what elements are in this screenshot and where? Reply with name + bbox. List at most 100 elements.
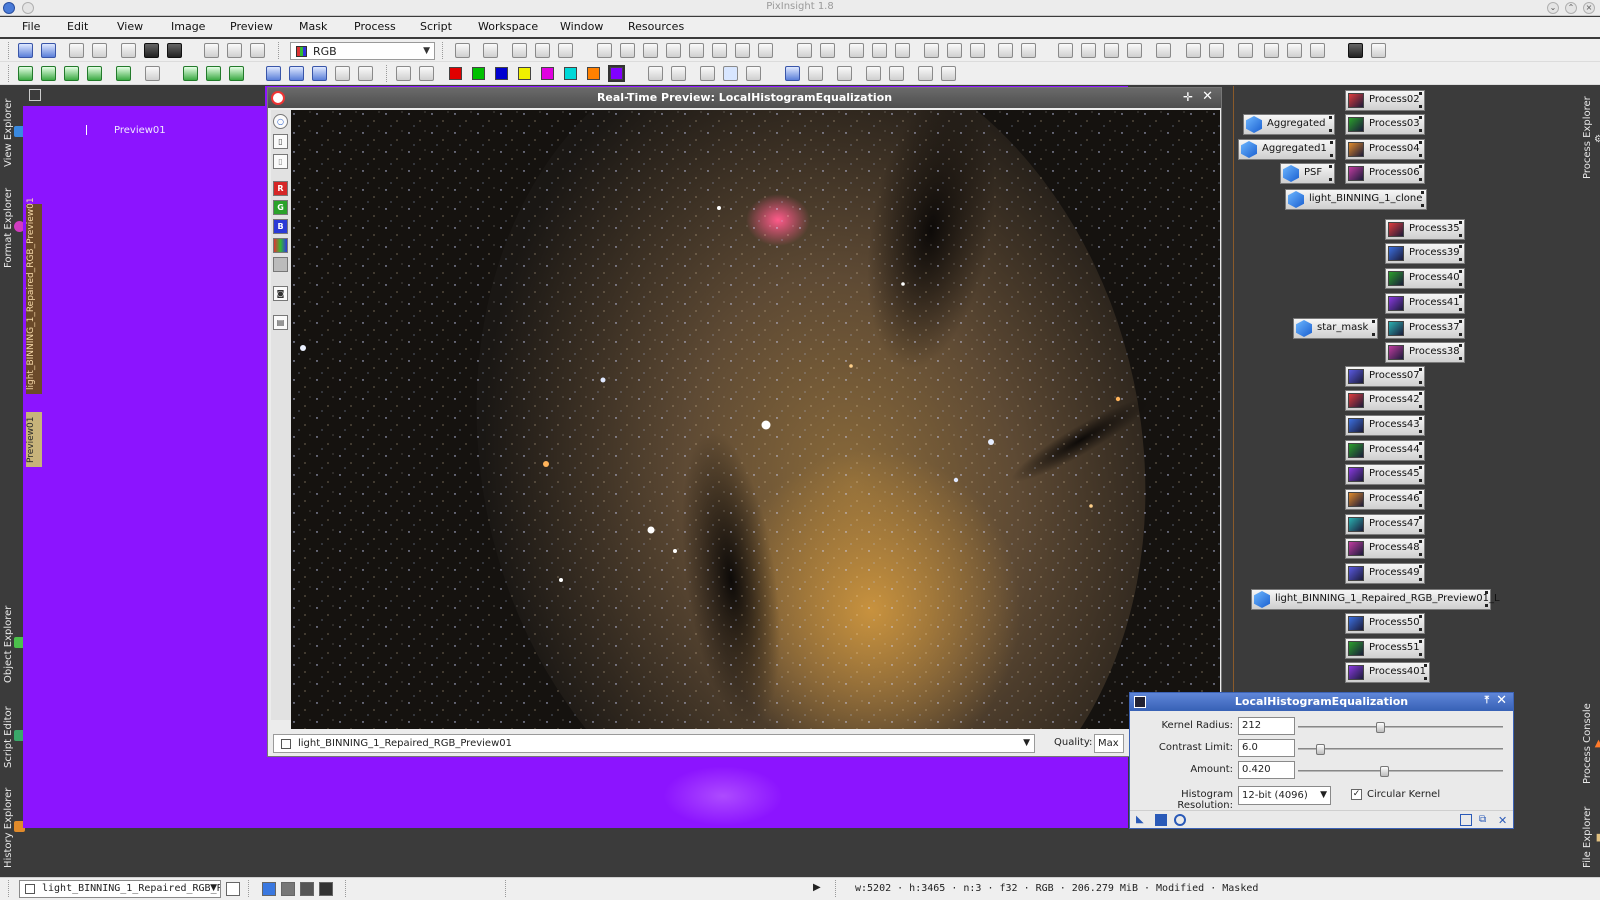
circular-kernel-checkbox[interactable]: ✓ [1351, 789, 1362, 800]
contrast-limit-slider[interactable] [1298, 744, 1503, 755]
menu-mask[interactable]: Mask [299, 20, 327, 33]
zoom-in-icon[interactable] [797, 43, 812, 58]
cube-icon-1[interactable] [183, 66, 198, 81]
preview-4-icon[interactable] [87, 66, 102, 81]
process-icon-item[interactable]: Process47 [1345, 514, 1425, 535]
monitor-icon[interactable] [785, 66, 800, 81]
status-view-select[interactable]: light_BINNING_1_Repaired_RGB_Preview01 ▼ [19, 880, 221, 898]
process-icon-item[interactable]: Process43 [1345, 415, 1425, 436]
histogram-reset-icon[interactable] [671, 66, 686, 81]
circle-tool-icon[interactable]: ○ [273, 114, 288, 129]
preview-label[interactable]: Preview01 [114, 125, 166, 136]
process-icon-item[interactable]: Process42 [1345, 390, 1425, 411]
process-icon-5[interactable] [1156, 43, 1171, 58]
mirror-vertical-icon[interactable] [358, 66, 373, 81]
history-explorer-tab[interactable]: History Explorer [3, 782, 26, 874]
fit-image-icon[interactable] [947, 43, 962, 58]
preview-unlink-icon[interactable] [889, 66, 904, 81]
image-icon-item[interactable]: Aggregated1 [1238, 139, 1336, 160]
mask-color-blue[interactable] [495, 67, 508, 80]
realtime-preview-image[interactable] [291, 110, 1220, 729]
amount-slider-thumb[interactable] [1380, 766, 1390, 777]
view-mode-icon[interactable] [226, 882, 240, 896]
contrast-limit-input[interactable]: 6.0 [1238, 739, 1295, 757]
display-options-icon[interactable]: ▤ [273, 315, 288, 330]
display-rgb-icon[interactable] [396, 66, 411, 81]
readout-icon[interactable] [735, 43, 750, 58]
image-tab-main[interactable]: light_BINNING_1_Repaired_RGB_Preview01 [26, 197, 42, 394]
process-icon-item[interactable]: Process46 [1345, 489, 1425, 510]
menu-preview[interactable]: Preview [230, 20, 273, 33]
menu-file[interactable]: File [22, 20, 40, 33]
process-icon-item[interactable]: Process37 [1385, 318, 1465, 339]
mask-show-icon[interactable] [455, 43, 470, 58]
delete-preview-icon[interactable] [535, 43, 550, 58]
menu-script[interactable]: Script [420, 20, 452, 33]
browse-documentation-icon[interactable] [1460, 814, 1472, 826]
kernel-radius-input[interactable]: 212 [1238, 717, 1295, 735]
cube-icon-2[interactable] [206, 66, 221, 81]
process-icon-item[interactable]: Process39 [1385, 243, 1465, 264]
minimize-button[interactable]: ⌄ [1547, 2, 1559, 14]
reset-icon[interactable]: ✕ [1498, 814, 1510, 827]
flip-icon[interactable] [289, 66, 304, 81]
process-icon-item[interactable]: Process401 [1345, 662, 1430, 683]
menu-edit[interactable]: Edit [67, 20, 88, 33]
undo-icon[interactable] [18, 43, 33, 58]
shade-icon[interactable]: ⤒ [1485, 695, 1489, 706]
preview-link-icon[interactable] [866, 66, 881, 81]
pin-icon[interactable]: ✛ [1183, 90, 1193, 104]
process-icon-item[interactable]: Process48 [1345, 538, 1425, 559]
play-icon[interactable]: ▶ [813, 882, 821, 893]
mask-color-violet[interactable] [608, 65, 625, 82]
rotate-icon[interactable] [266, 66, 281, 81]
menu-workspace[interactable]: Workspace [478, 20, 538, 33]
flip-vertical-icon[interactable] [312, 66, 327, 81]
image-icon-item[interactable]: light_BINNING_1_clone [1285, 189, 1427, 210]
process-icon-1[interactable] [1058, 43, 1073, 58]
import-icon[interactable] [1186, 43, 1201, 58]
mask-color-orange[interactable] [587, 67, 600, 80]
process-icon-item[interactable]: Process41 [1385, 293, 1465, 314]
split-view-icon[interactable]: ▯ [273, 134, 288, 149]
luminance-channel-button[interactable] [273, 257, 288, 272]
stf-linked-icon[interactable] [227, 43, 242, 58]
readout-options-icon[interactable] [746, 66, 761, 81]
process-icon-item[interactable]: Process45 [1345, 464, 1425, 485]
move-icon[interactable] [689, 43, 704, 58]
process-icon-item[interactable]: Process02 [1345, 90, 1425, 111]
process-icon-item[interactable]: Process50 [1345, 613, 1425, 634]
preview-5-icon[interactable] [116, 66, 131, 81]
process-icon-item[interactable]: Process03 [1345, 114, 1425, 135]
readout-active-icon[interactable] [723, 66, 738, 81]
process-icon-item[interactable]: Process07 [1345, 366, 1425, 387]
zoom-optimal-icon[interactable] [895, 43, 910, 58]
preview-1-icon[interactable] [18, 66, 33, 81]
mask-invert-icon[interactable] [483, 43, 498, 58]
delete-icon[interactable] [1310, 43, 1325, 58]
readout-mode-icon[interactable] [700, 66, 715, 81]
mask-color-yellow[interactable] [518, 67, 531, 80]
menu-window[interactable]: Window [560, 20, 603, 33]
new-image-icon[interactable] [121, 43, 136, 58]
format-explorer-tab[interactable]: Format Explorer [3, 182, 26, 274]
process-icon-4[interactable] [1127, 43, 1142, 58]
realtime-preview-icon[interactable] [1174, 814, 1186, 826]
apply-global-icon[interactable] [1155, 814, 1167, 826]
zoom-1-1-icon[interactable] [849, 43, 864, 58]
image-icon-item[interactable]: Aggregated [1243, 114, 1335, 135]
process-icon-2[interactable] [1081, 43, 1096, 58]
close-icon[interactable]: ✕ [1202, 89, 1213, 104]
display-none-icon[interactable] [419, 66, 434, 81]
preview-view-select[interactable]: light_BINNING_1_Repaired_RGB_Preview01 ▼ [273, 734, 1035, 753]
menu-view[interactable]: View [117, 20, 143, 33]
compare-view-icon[interactable]: ▯ [273, 154, 288, 169]
zoom-fit-window-icon[interactable] [872, 43, 887, 58]
image-tab-preview[interactable]: Preview01 [26, 412, 42, 467]
menu-process[interactable]: Process [354, 20, 396, 33]
export-preview-icon[interactable] [837, 66, 852, 81]
tile-horizontal-icon[interactable] [998, 43, 1013, 58]
workspace-dark-icon[interactable] [1348, 43, 1363, 58]
menu-image[interactable]: Image [171, 20, 205, 33]
new-preview-icon[interactable] [512, 43, 527, 58]
